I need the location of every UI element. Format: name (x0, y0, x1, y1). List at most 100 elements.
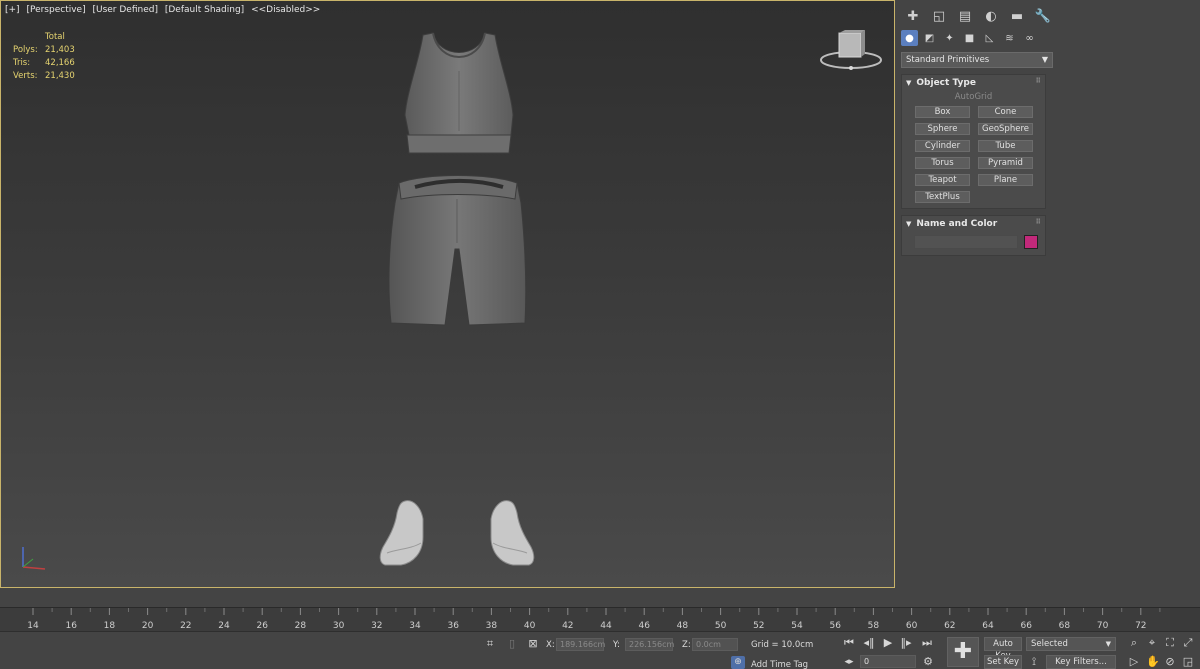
timeline-frame-label: 40 (524, 621, 536, 631)
create-icon[interactable]: ✚ (903, 7, 923, 25)
timeline-frame-label: 48 (677, 621, 689, 631)
utilities-icon[interactable]: 🔧 (1033, 7, 1053, 25)
auto-key-button[interactable]: Auto Key (984, 637, 1022, 661)
timeline-frame-label: 38 (486, 621, 498, 631)
go-to-start-icon[interactable]: ⏮ (843, 637, 855, 649)
timeline-frame-label: 26 (256, 621, 268, 631)
timeline-ruler[interactable]: 14 16 18 20 22 24 26 28 30 32 34 36 38 40 42 44 46 48 50 52… (0, 608, 1170, 632)
zoom-extents-icon[interactable]: ⛶ (1164, 637, 1176, 649)
next-frame-icon[interactable]: ‖▸ (900, 637, 912, 649)
shorts-mesh[interactable] (385, 173, 530, 329)
timeline-frame-label: 22 (180, 621, 191, 631)
set-keys-button[interactable]: ✚ (947, 637, 979, 667)
spacewarps-icon[interactable]: ≋ (1001, 30, 1018, 46)
set-key-button[interactable]: Set Key (984, 655, 1022, 669)
viewport-shading[interactable]: [Default Shading] (165, 5, 244, 15)
current-frame-field[interactable]: 0 (860, 655, 916, 668)
tube-button[interactable]: Tube (978, 140, 1033, 152)
zoom-extents-all-icon[interactable]: ⤢ (1182, 637, 1194, 649)
viewport-disabled[interactable]: <<Disabled>> (251, 5, 320, 15)
play-icon[interactable]: ▶ (882, 637, 894, 649)
field-of-view-icon[interactable]: ▷ (1128, 656, 1140, 668)
cameras-icon[interactable]: ■ (961, 30, 978, 46)
primitive-category-dropdown[interactable]: Standard Primitives ▼ (901, 52, 1053, 68)
torus-button[interactable]: Torus (915, 157, 970, 169)
helpers-icon[interactable]: ◺ (981, 30, 998, 46)
key-filters-button[interactable]: Key Filters... (1046, 655, 1116, 669)
textplus-button[interactable]: TextPlus (915, 191, 970, 203)
scene-statistics: Total Polys: 21,403 Tris: 42,166 Verts: 21,… (13, 31, 85, 83)
hierarchy-icon[interactable]: ▤ (955, 7, 975, 25)
teapot-button[interactable]: Teapot (915, 174, 970, 186)
axis-tripod-icon (22, 547, 46, 570)
add-time-tag-link[interactable]: Add Time Tag (751, 660, 808, 669)
time-tag-icon[interactable]: ⊕ (731, 656, 745, 669)
sports-bra-mesh[interactable] (399, 31, 519, 159)
timeline-frame-label: 42 (562, 621, 573, 631)
maximize-viewport-icon[interactable]: ◲ (1182, 656, 1194, 668)
timeline-frame-label: 30 (333, 621, 345, 631)
pyramid-button[interactable]: Pyramid (978, 157, 1033, 169)
stats-tris-value: 42,166 (45, 58, 75, 68)
primitive-category-value: Standard Primitives (906, 55, 990, 65)
timeline-frame-label: 58 (868, 621, 880, 631)
perspective-viewport[interactable]: [+] [Perspective] [User Defined] [Defaul… (0, 0, 895, 588)
plane-button[interactable]: Plane (978, 174, 1033, 186)
timeline-frame-label: 70 (1097, 621, 1109, 631)
timeline-frame-label: 28 (295, 621, 307, 631)
collapse-triangle-icon: ▼ (906, 219, 912, 228)
time-config-icon[interactable]: ⚙ (922, 656, 934, 668)
object-color-swatch[interactable] (1024, 235, 1038, 249)
systems-icon[interactable]: ∞ (1021, 30, 1038, 46)
timeline-frame-label: 18 (104, 621, 116, 631)
x-coord-field[interactable]: 189.166cm (556, 638, 605, 651)
display-icon[interactable]: ▬ (1007, 7, 1027, 25)
shapes-icon[interactable]: ◩ (921, 30, 938, 46)
isolate-icon[interactable]: ▯ (506, 638, 518, 650)
absolute-mode-icon[interactable]: ⊠ (527, 638, 539, 650)
selection-set-dropdown[interactable]: Selected ▼ (1026, 637, 1116, 651)
selection-lock-icon[interactable]: ⌗ (484, 638, 496, 650)
command-panel-tabs: ✚ ◱ ▤ ◐ ▬ 🔧 (897, 0, 1200, 28)
timeline-frame-label: 46 (638, 621, 650, 631)
object-name-field[interactable] (914, 235, 1018, 249)
box-button[interactable]: Box (915, 106, 970, 118)
y-coord-label: Y: (613, 640, 620, 650)
cone-button[interactable]: Cone (978, 106, 1033, 118)
key-filter-icon[interactable]: ⟟ (1027, 656, 1041, 668)
object-type-header[interactable]: ▼ Object Type ⠿ (902, 75, 1045, 90)
z-coord-label: Z: (682, 640, 691, 650)
viewport-user-defined[interactable]: [User Defined] (92, 5, 158, 15)
time-slider-track[interactable]: 14 16 18 20 22 24 26 28 30 32 34 36 38 40 42 44 46 48 50 52… (0, 607, 1200, 632)
previous-frame-icon[interactable]: ◂‖ (863, 637, 875, 649)
y-coord-field[interactable]: 226.156cm (625, 638, 674, 651)
timeline-frame-label: 36 (447, 621, 459, 631)
timeline-frame-label: 60 (906, 621, 918, 631)
x-coord-label: X: (546, 640, 555, 650)
geosphere-button[interactable]: GeoSphere (978, 123, 1033, 135)
zoom-all-icon[interactable]: ⌖ (1146, 637, 1158, 649)
timeline-frame-label: 66 (1020, 621, 1032, 631)
viewport-menu-plus[interactable]: [+] (5, 5, 20, 15)
name-and-color-header[interactable]: ▼ Name and Color ⠿ (902, 216, 1045, 231)
motion-icon[interactable]: ◐ (981, 7, 1001, 25)
z-coord-field[interactable]: 0.0cm (692, 638, 738, 651)
timeline-frame-label: 52 (753, 621, 764, 631)
zoom-icon[interactable]: ⌕ (1128, 637, 1140, 649)
pan-hand-icon[interactable]: ✋ (1146, 656, 1160, 668)
orbit-icon[interactable]: ⊘ (1164, 656, 1176, 668)
viewcube-widget[interactable] (817, 29, 885, 73)
create-category-icons: ● ◩ ✦ ■ ◺ ≋ ∞ (897, 28, 1200, 50)
right-shoe-mesh[interactable] (487, 497, 537, 569)
name-and-color-title: Name and Color (916, 218, 998, 229)
left-shoe-mesh[interactable] (377, 497, 427, 569)
modify-icon[interactable]: ◱ (929, 7, 949, 25)
geometry-icon[interactable]: ● (901, 30, 918, 46)
lights-icon[interactable]: ✦ (941, 30, 958, 46)
autogrid-checkbox[interactable]: AutoGrid (902, 92, 1045, 102)
go-to-end-icon[interactable]: ⏭ (921, 637, 933, 649)
cylinder-button[interactable]: Cylinder (915, 140, 970, 152)
sphere-button[interactable]: Sphere (915, 123, 970, 135)
key-mode-toggle-icon[interactable]: ◂▸ (843, 656, 855, 668)
viewport-point-of-view[interactable]: [Perspective] (26, 5, 85, 15)
